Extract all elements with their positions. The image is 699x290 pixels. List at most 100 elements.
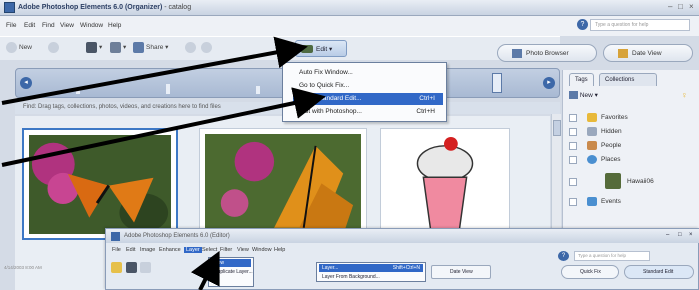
new-layer-submenu: Layer... Shift+Ctrl+N Layer From Backgro…: [316, 262, 426, 282]
organizer-title-bar: Adobe Photoshop Elements 6.0 (Organizer)…: [0, 0, 699, 16]
editor-title-bar: Adobe Photoshop Elements 6.0 (Editor): [106, 229, 699, 243]
editor-menu-window[interactable]: Window: [252, 247, 272, 253]
tag-checkbox[interactable]: [569, 142, 577, 150]
organizer-toolbar: New ▾ ▾ Share ▾: [0, 36, 560, 60]
editor-menu-view[interactable]: View: [237, 247, 249, 253]
editor-menu-file[interactable]: File: [112, 247, 121, 253]
edit-icon: [301, 45, 313, 53]
menu-view[interactable]: View: [60, 22, 74, 29]
standard-edit-button[interactable]: Standard Edit: [624, 265, 694, 279]
back-button[interactable]: [48, 42, 61, 56]
star-icon: [587, 113, 597, 122]
menu-find[interactable]: Find: [42, 22, 55, 29]
editor-toolbar: [111, 262, 201, 278]
tab-collections[interactable]: Collections: [599, 73, 657, 86]
editor-menu-enhance[interactable]: Enhance: [159, 247, 181, 253]
back-icon: [48, 42, 59, 53]
share-button[interactable]: Share ▾: [133, 42, 168, 56]
edit-button[interactable]: Edit ▾: [295, 40, 347, 57]
photo-thumbnail[interactable]: [380, 128, 510, 240]
window-title: Adobe Photoshop Elements 6.0 (Organizer)…: [18, 4, 192, 11]
tag-checkbox[interactable]: [569, 156, 577, 164]
editor-date-view-button[interactable]: Date View: [431, 265, 491, 279]
editor-close-icon[interactable]: ×: [689, 232, 693, 238]
photo-thumbnail[interactable]: [22, 128, 178, 240]
editor-app-icon: [111, 232, 120, 241]
editor-help-input[interactable]: Type a question for help: [574, 251, 650, 261]
ice-cream-clipart: [386, 134, 504, 235]
timeline-bar: [256, 86, 260, 94]
grid-icon: [512, 49, 522, 58]
editor-menu-layer[interactable]: Layer: [184, 247, 202, 253]
rotate-left-icon: [185, 42, 196, 53]
hidden-icon: [587, 127, 597, 136]
editor-menu-select[interactable]: Select: [202, 247, 217, 253]
tab-tags[interactable]: Tags: [569, 73, 594, 86]
timeline-left-icon[interactable]: ◂: [20, 77, 32, 89]
tag-row-hidden[interactable]: Hidden: [569, 126, 694, 138]
editor-minimize-icon[interactable]: –: [666, 232, 669, 238]
open-icon[interactable]: [111, 262, 122, 273]
menu-item-quick-fix[interactable]: Go to Quick Fix...: [293, 80, 443, 92]
view-button[interactable]: ▾: [110, 42, 126, 56]
save-icon[interactable]: [125, 262, 137, 273]
tag-row-events[interactable]: Events: [569, 196, 694, 208]
quick-fix-button[interactable]: Quick Fix: [561, 265, 619, 279]
tag-row-places[interactable]: Places: [569, 154, 694, 166]
tag-checkbox[interactable]: [569, 114, 577, 122]
tag-checkbox[interactable]: [569, 198, 577, 206]
timeline-bar: [76, 88, 80, 94]
edit-dropdown-menu: Auto Fix Window... Go to Quick Fix... Go…: [282, 62, 447, 122]
rotate-right-icon: [201, 42, 212, 53]
editor-menu-edit[interactable]: Edit: [126, 247, 135, 253]
maximize-icon[interactable]: □: [678, 2, 683, 11]
editor-menu-filter[interactable]: Filter: [220, 247, 232, 253]
new-tag-button[interactable]: New ▾: [569, 91, 598, 100]
date-view-button[interactable]: Date View: [603, 44, 693, 62]
scroll-thumb[interactable]: [553, 120, 561, 136]
tag-row-favorites[interactable]: Favorites: [569, 112, 694, 124]
layer-menu: New Duplicate Layer...: [208, 257, 254, 287]
menu-item-auto-fix-window[interactable]: Auto Fix Window...: [293, 67, 443, 79]
tag-checkbox[interactable]: [569, 178, 577, 186]
new-button[interactable]: New: [6, 42, 32, 56]
app-icon: [4, 2, 15, 13]
rotate-right-button[interactable]: [201, 42, 214, 56]
editor-maximize-icon[interactable]: □: [678, 232, 682, 238]
layer-menu-duplicate[interactable]: Duplicate Layer...: [211, 268, 256, 276]
tag-row-people[interactable]: People: [569, 140, 694, 152]
timeline-right-icon[interactable]: ▸: [543, 77, 555, 89]
submenu-layer-from-background[interactable]: Layer From Background...: [319, 273, 383, 281]
calendar-icon: [618, 49, 628, 58]
help-icon[interactable]: ?: [577, 19, 588, 30]
butterfly-photo: [29, 135, 171, 235]
timeline-slider[interactable]: [492, 73, 502, 93]
tag-checkbox[interactable]: [569, 128, 577, 136]
editor-help-icon[interactable]: ?: [558, 251, 569, 261]
print-icon[interactable]: [140, 262, 152, 273]
layer-menu-new[interactable]: New: [211, 259, 251, 267]
menu-item-edit-with-photoshop[interactable]: Edit with Photoshop... Ctrl+H: [293, 106, 443, 118]
tag-row-hawaii06[interactable]: Hawaii06: [569, 172, 694, 190]
lightbulb-icon[interactable]: ♀: [681, 90, 688, 100]
photo-browser-button[interactable]: Photo Browser: [497, 44, 597, 62]
menu-window[interactable]: Window: [80, 22, 103, 29]
new-icon: [6, 42, 17, 53]
timeline-bar: [166, 84, 170, 94]
rotate-left-button[interactable]: [185, 42, 198, 56]
display-button[interactable]: ▾: [86, 42, 102, 56]
submenu-new-layer[interactable]: Layer... Shift+Ctrl+N: [319, 264, 423, 272]
minimize-icon[interactable]: –: [668, 2, 672, 11]
help-search-input[interactable]: Type a question for help: [590, 19, 690, 31]
editor-window: Adobe Photoshop Elements 6.0 (Editor) – …: [105, 228, 699, 290]
menu-help[interactable]: Help: [108, 22, 121, 29]
menu-item-standard-edit[interactable]: Go to Standard Edit... Ctrl+I: [293, 93, 443, 105]
share-icon: [133, 42, 144, 53]
editor-menu-image[interactable]: Image: [140, 247, 155, 253]
events-icon: [587, 197, 597, 206]
editor-menu-help[interactable]: Help: [274, 247, 285, 253]
menu-file[interactable]: File: [6, 22, 16, 29]
close-icon[interactable]: ×: [689, 2, 694, 11]
photo-thumbnail[interactable]: [199, 128, 367, 240]
menu-edit[interactable]: Edit: [24, 22, 35, 29]
